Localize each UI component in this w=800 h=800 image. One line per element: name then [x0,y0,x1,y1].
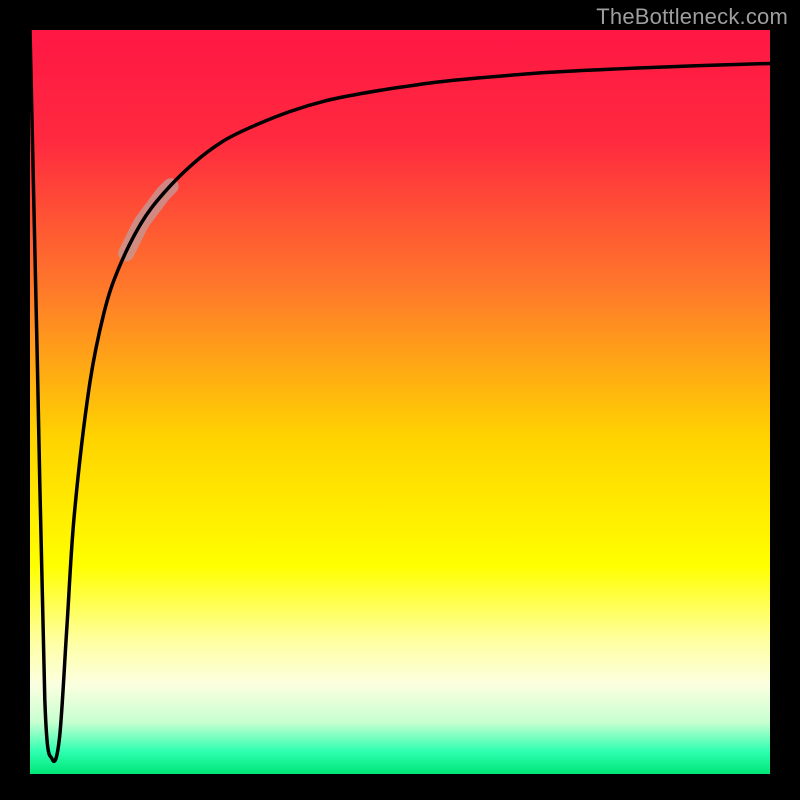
attribution-label: TheBottleneck.com [596,4,788,30]
chart-container: TheBottleneck.com [0,0,800,800]
chart-svg [0,0,800,800]
plot-area [30,30,770,774]
